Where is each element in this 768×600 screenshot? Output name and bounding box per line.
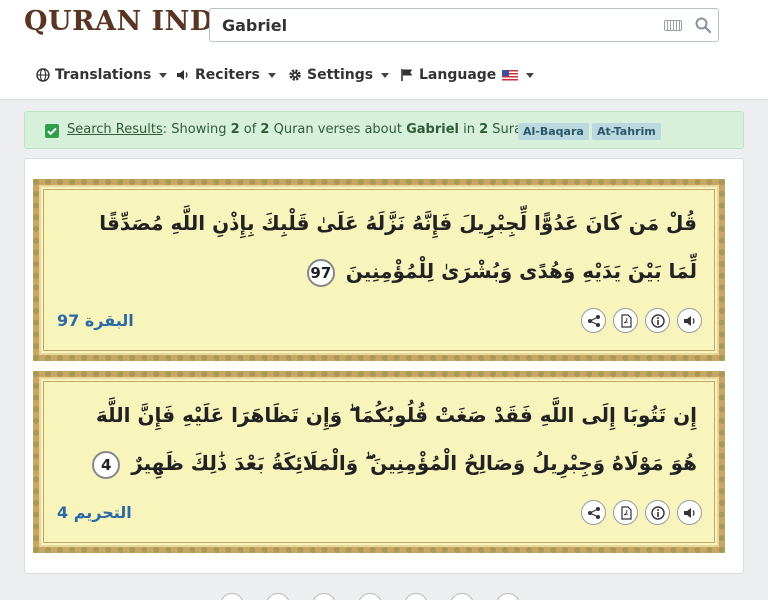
page-button[interactable] [358,593,382,600]
pagination-strip [220,593,520,600]
verse-actions [581,308,702,333]
menu-translations-label: Translations [55,67,152,83]
menu-reciters[interactable]: Reciters [176,64,276,86]
verse-card: إِن تَتُوبَا إِلَى اللَّهِ فَقَدْ صَغَتْ… [33,371,725,553]
share-button[interactable] [581,308,606,333]
header: QURAN INDEX✗ Gabriel Translations Recite… [0,0,768,100]
verse-number: 97 [306,258,335,287]
speaker-icon [177,70,188,80]
info-icon [650,505,665,520]
menu-settings[interactable]: Settings [288,64,390,86]
chevron-down-icon [526,72,535,78]
menu-language-label: Language [419,67,497,83]
keyboard-icon[interactable] [664,20,682,31]
gear-icon [289,69,301,81]
page-button[interactable] [266,593,290,600]
surah-tag-al-baqara[interactable]: Al-Baqara [518,123,589,140]
audio-button[interactable] [677,308,702,333]
checkbox-icon [45,124,59,138]
pdf-icon [620,505,632,520]
globe-icon [36,68,50,82]
search-input[interactable]: Gabriel [209,8,719,42]
us-flag-icon [502,69,519,81]
audio-button[interactable] [677,500,702,525]
audio-icon [683,315,695,326]
search-results-banner: Search Results: Showing 2 of 2 Quran ver… [24,111,744,149]
page-button[interactable] [404,593,428,600]
menu-reciters-label: Reciters [195,67,260,83]
pdf-icon [620,313,632,328]
chevron-down-icon [381,72,390,78]
share-button[interactable] [581,500,606,525]
page-button[interactable] [450,593,474,600]
page-button[interactable] [220,593,244,600]
share-icon [587,506,600,519]
verse-reference[interactable]: البقرة 97 [57,311,134,330]
share-icon [587,314,600,327]
menu-language[interactable]: Language [400,64,535,86]
audio-icon [683,507,695,518]
menu-settings-label: Settings [307,67,374,83]
results-summary: Search Results: Showing 2 of 2 Quran ver… [67,122,538,137]
search-value[interactable]: Gabriel [222,16,287,35]
search-icon[interactable] [694,16,712,34]
menu-translations[interactable]: Translations [36,64,168,86]
page-button[interactable] [312,593,336,600]
page-button[interactable] [496,593,520,600]
verse-actions [581,500,702,525]
verse-reference[interactable]: التحريم 4 [57,503,132,522]
flag-icon [401,69,413,81]
verse-card: قُلْ مَن كَانَ عَدُوًّا لِّجِبْرِيلَ فَإ… [33,179,725,361]
verse-number: 4 [92,450,121,479]
search-results-link[interactable]: Search Results [67,122,163,137]
pdf-button[interactable] [613,308,638,333]
pdf-button[interactable] [613,500,638,525]
surah-tag-at-tahrim[interactable]: At-Tahrim [592,123,661,140]
chevron-down-icon [159,72,168,78]
info-icon [650,313,665,328]
verse-text: قُلْ مَن كَانَ عَدُوًّا لِّجِبْرِيلَ فَإ… [67,199,697,295]
info-button[interactable] [645,500,670,525]
info-button[interactable] [645,308,670,333]
verse-text: إِن تَتُوبَا إِلَى اللَّهِ فَقَدْ صَغَتْ… [67,391,697,487]
chevron-down-icon [267,72,276,78]
